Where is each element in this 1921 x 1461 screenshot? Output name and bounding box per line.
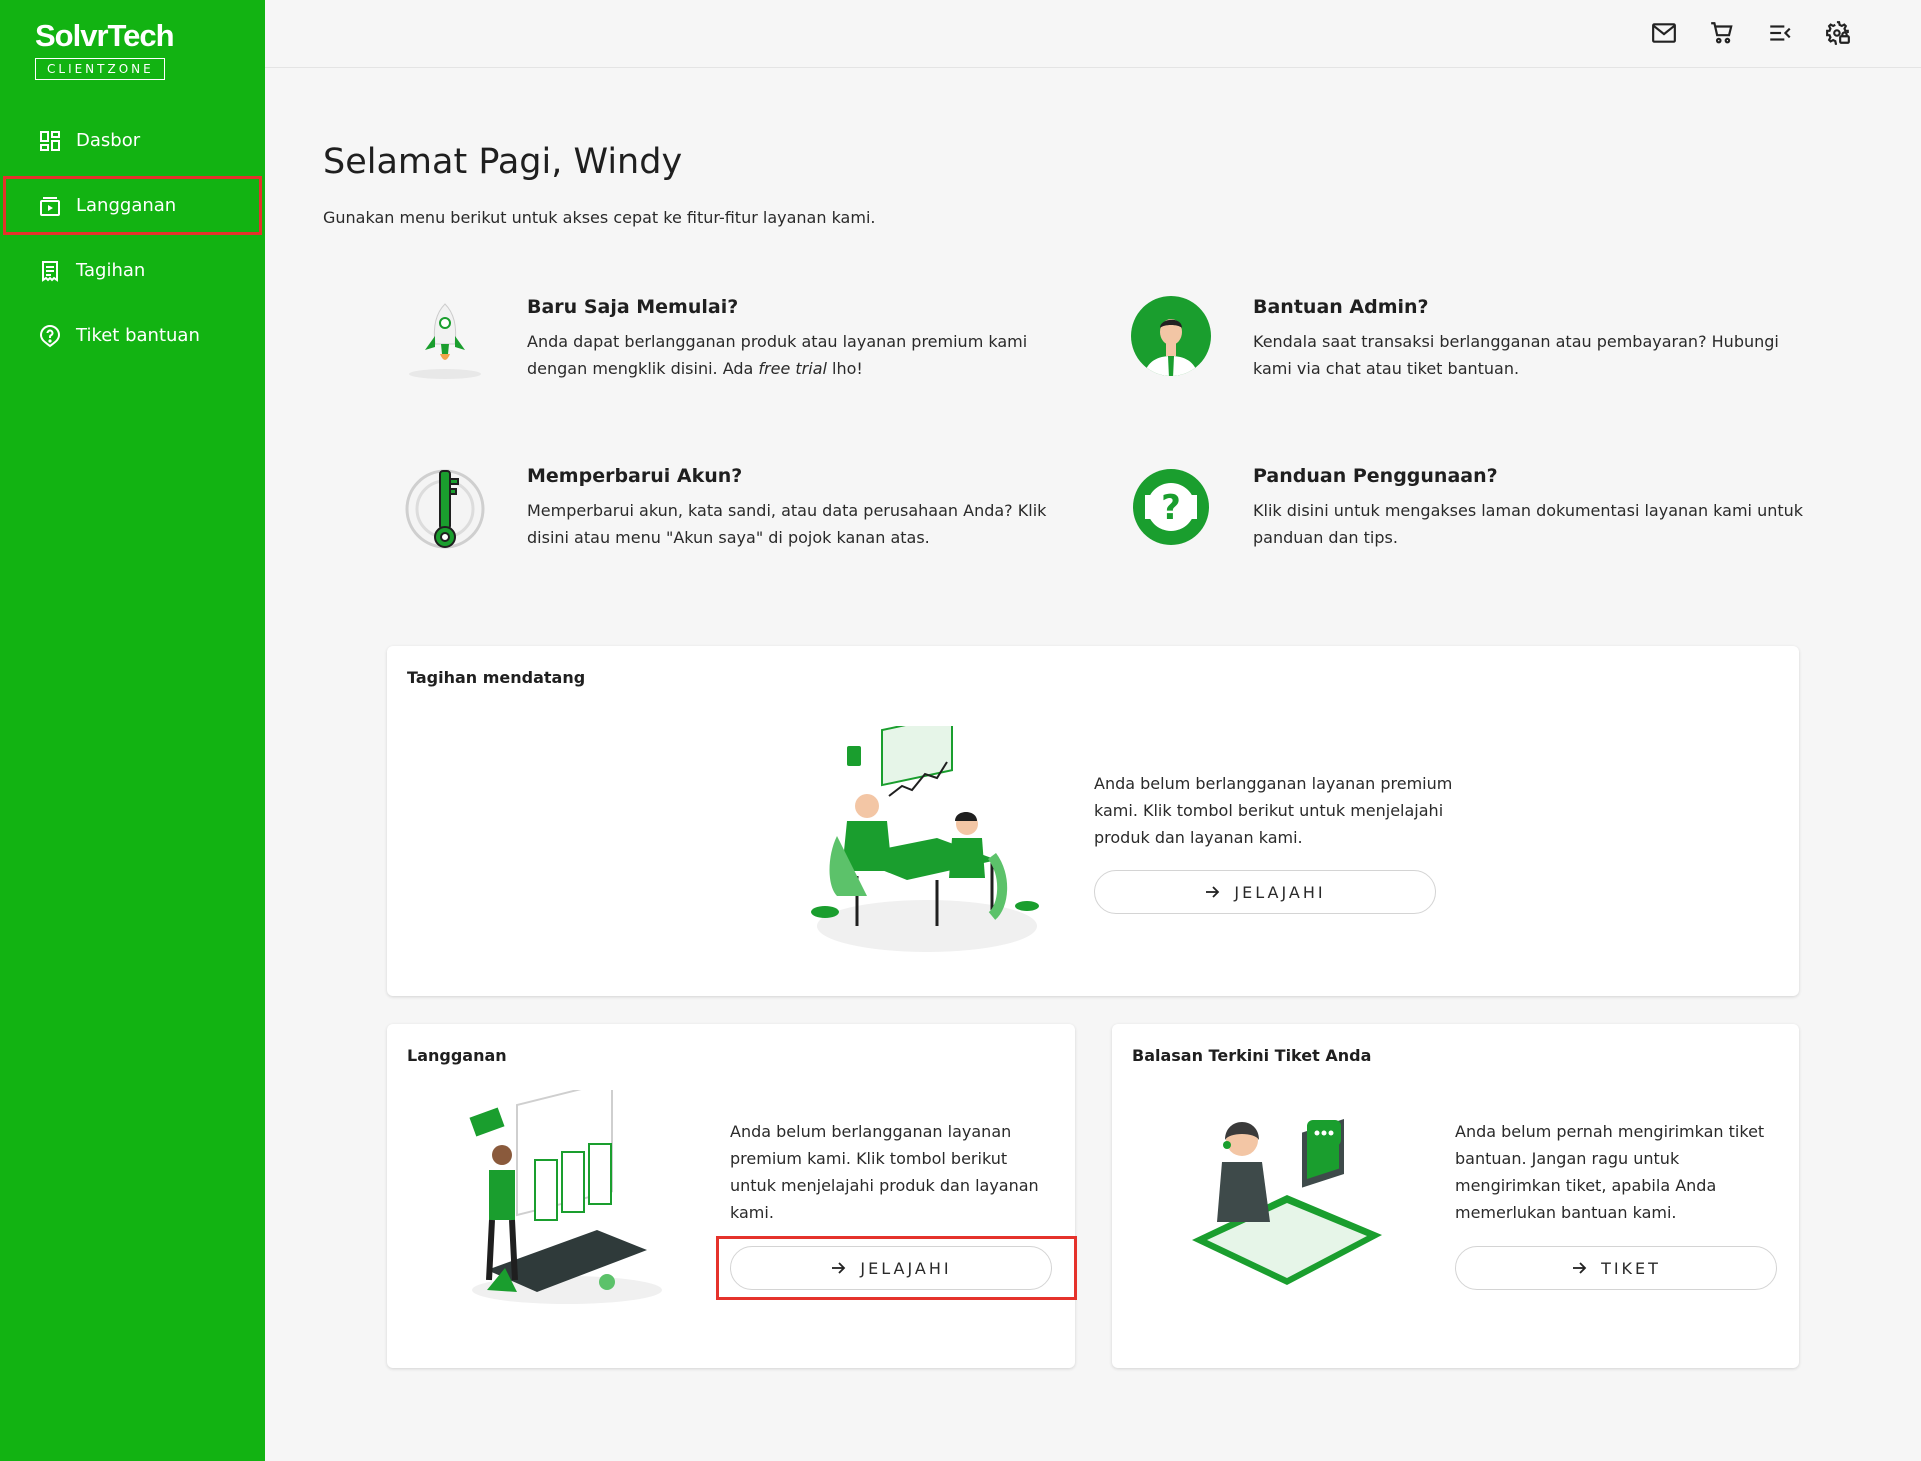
ticket-button[interactable]: TIKET (1455, 1246, 1777, 1290)
quick-link-text: Memperbarui akun, kata sandi, atau data … (527, 501, 1047, 547)
page-title: Selamat Pagi, Windy (323, 142, 683, 182)
page-subtitle: Gunakan menu berikut untuk akses cepat k… (323, 208, 876, 227)
brand-sub: CLIENTZONE (35, 58, 165, 80)
header-actions (1649, 18, 1853, 48)
card-title: Langganan (407, 1046, 507, 1065)
arrow-right-icon (1204, 884, 1220, 900)
top-bar (265, 0, 1921, 68)
key-icon (405, 465, 495, 555)
sidebar-item-label: Dasbor (76, 130, 141, 151)
lifebuoy-icon: ? (1131, 465, 1221, 555)
card-text: Anda belum berlangganan layanan premium … (1094, 774, 1453, 847)
sidebar-item-label: Tagihan (76, 260, 146, 281)
arrow-right-icon (830, 1260, 846, 1276)
quick-link-text: Kendala saat transaksi berlangganan atau… (1253, 332, 1779, 378)
explore-subscription-button[interactable]: JELAJAHI (730, 1246, 1052, 1290)
quick-link-title: Bantuan Admin? (1253, 296, 1429, 318)
quick-link-text: Anda dapat berlangganan produk atau laya… (527, 332, 1028, 378)
sidebar: SolvrTech CLIENTZONE Dasbor Langganan Ta… (0, 0, 265, 1461)
sidebar-item-tagihan[interactable]: Tagihan (0, 238, 265, 303)
quick-link-user-guide[interactable]: ? Panduan Penggunaan? Klik disini untuk … (1131, 465, 1831, 585)
subscription-illustration (457, 1080, 667, 1310)
cart-icon[interactable] (1707, 18, 1737, 48)
explore-invoice-button[interactable]: JELAJAHI (1094, 870, 1436, 914)
brand-name: SolvrTech (35, 18, 175, 53)
card-title: Balasan Terkini Tiket Anda (1132, 1046, 1372, 1065)
sidebar-item-label: Tiket bantuan (76, 325, 200, 346)
admin-avatar-icon (1131, 296, 1221, 386)
quick-link-text: Klik disini untuk mengakses laman dokume… (1253, 501, 1804, 547)
sidebar-nav: Dasbor Langganan Tagihan Tiket bantuan (0, 108, 265, 368)
upcoming-invoice-card: Tagihan mendatang Anda belum berlanggana… (387, 646, 1799, 996)
settings-lock-icon[interactable] (1823, 18, 1853, 48)
mail-icon[interactable] (1649, 18, 1679, 48)
sidebar-item-tiket-bantuan[interactable]: Tiket bantuan (0, 303, 265, 368)
brand-logo[interactable]: SolvrTech CLIENTZONE (35, 18, 175, 80)
quick-link-admin-help[interactable]: Bantuan Admin? Kendala saat transaksi be… (1131, 296, 1831, 416)
quick-link-title: Baru Saja Memulai? (527, 296, 739, 318)
sidebar-item-dasbor[interactable]: Dasbor (0, 108, 265, 173)
dashboard-icon (38, 129, 62, 153)
menu-collapse-icon[interactable] (1765, 18, 1795, 48)
quick-link-update-account[interactable]: Memperbarui Akun? Memperbarui akun, kata… (405, 465, 1105, 585)
invoice-icon (38, 259, 62, 283)
meeting-illustration (807, 713, 1047, 956)
svg-text:?: ? (1161, 488, 1181, 528)
rocket-icon (405, 296, 495, 386)
card-text: Anda belum pernah mengirimkan tiket bant… (1455, 1122, 1765, 1222)
ticket-replies-card: Balasan Terkini Tiket Anda Anda belum pe… (1112, 1024, 1799, 1368)
help-icon (38, 324, 62, 348)
card-title: Tagihan mendatang (407, 668, 586, 687)
button-label: JELAJAHI (860, 1258, 952, 1278)
support-agent-illustration (1187, 1100, 1387, 1300)
subscription-card: Langganan Anda belum berlangganan layana… (387, 1024, 1075, 1368)
card-text: Anda belum berlangganan layanan premium … (730, 1122, 1039, 1222)
sidebar-item-langganan[interactable]: Langganan (0, 173, 265, 238)
sidebar-item-label: Langganan (76, 195, 177, 216)
button-label: TIKET (1601, 1258, 1661, 1278)
subscription-icon (38, 194, 62, 218)
quick-link-title: Memperbarui Akun? (527, 465, 743, 487)
quick-link-getting-started[interactable]: Baru Saja Memulai? Anda dapat berlanggan… (405, 296, 1105, 416)
button-label: JELAJAHI (1234, 882, 1326, 902)
quick-link-title: Panduan Penggunaan? (1253, 465, 1498, 487)
arrow-right-icon (1571, 1260, 1587, 1276)
